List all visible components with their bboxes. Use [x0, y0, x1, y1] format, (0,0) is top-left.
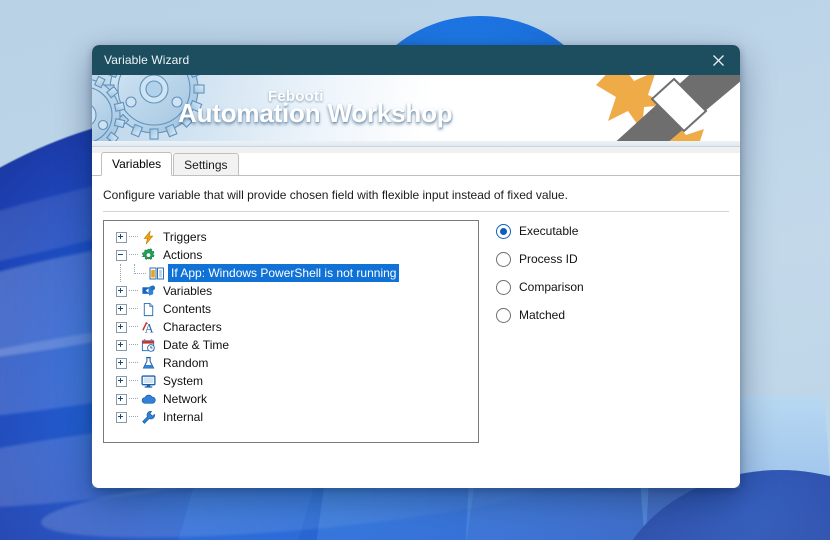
radio-dot-icon — [496, 279, 511, 295]
tree-item-contents[interactable]: Contents — [104, 300, 478, 318]
tree-item-random[interactable]: Random — [104, 354, 478, 372]
tab-settings[interactable]: Settings — [173, 153, 239, 175]
tree-item-internal[interactable]: Internal — [104, 408, 478, 426]
calendar-clock-icon — [140, 337, 157, 353]
main-area: Triggers Actions If App: Windows PowerSh… — [92, 212, 740, 443]
tree-item-if-app[interactable]: If App: Windows PowerShell is not runnin… — [104, 264, 478, 282]
product-banner: Febooti Automation Workshop — [92, 75, 740, 147]
tree-item-label: If App: Windows PowerShell is not runnin… — [168, 264, 400, 282]
lightning-bolt-icon — [140, 229, 157, 245]
tree-item-variables[interactable]: Variables — [104, 282, 478, 300]
radio-executable[interactable]: Executable — [496, 222, 584, 240]
expander-plus-icon[interactable] — [116, 411, 127, 423]
expander-minus-icon[interactable] — [116, 249, 127, 261]
document-icon — [140, 301, 157, 317]
variables-icon — [140, 283, 157, 299]
tree-connector — [129, 362, 138, 364]
tree-item-label: System — [163, 374, 204, 388]
radio-label: Executable — [519, 224, 579, 238]
expander-plus-icon[interactable] — [116, 339, 127, 351]
variable-wizard-dialog: Variable Wizard Febooti Automation Works… — [92, 45, 740, 488]
expander-plus-icon[interactable] — [116, 357, 127, 369]
dialog-titlebar[interactable]: Variable Wizard — [92, 45, 740, 75]
tree-connector — [129, 380, 138, 382]
magic-wand-icon — [524, 75, 740, 146]
tree-connector — [129, 236, 138, 238]
tree-item-date-time[interactable]: Date & Time — [104, 336, 478, 354]
if-app-icon — [148, 265, 165, 281]
tree-connector — [129, 398, 138, 400]
monitor-icon — [140, 373, 157, 389]
tree-item-system[interactable]: System — [104, 372, 478, 390]
expander-plus-icon[interactable] — [116, 321, 127, 333]
tree-item-label: Characters — [163, 320, 222, 334]
tree-item-network[interactable]: Network — [104, 390, 478, 408]
variable-category-tree[interactable]: Triggers Actions If App: Windows PowerSh… — [103, 220, 479, 443]
radio-dot-icon — [496, 307, 511, 323]
radio-dot-icon — [496, 223, 511, 239]
dialog-title: Variable Wizard — [104, 53, 190, 67]
tree-connector — [134, 273, 146, 275]
tree-item-label: Actions — [163, 248, 203, 262]
tree-connector — [129, 344, 138, 346]
tree-connector — [129, 308, 138, 310]
radio-label: Comparison — [519, 280, 584, 294]
expander-plus-icon[interactable] — [116, 393, 127, 405]
tree-item-label: Triggers — [163, 230, 207, 244]
cloud-icon — [140, 391, 157, 407]
wrench-icon — [140, 409, 157, 425]
tab-strip: Variables Settings — [92, 152, 740, 176]
tree-connector — [129, 290, 138, 292]
gear-icon — [140, 247, 157, 263]
radio-dot-icon — [496, 251, 511, 267]
tree-connector — [129, 416, 138, 418]
tree-item-triggers[interactable]: Triggers — [104, 228, 478, 246]
tree-connector — [120, 264, 122, 282]
tree-item-characters[interactable]: A Characters — [104, 318, 478, 336]
description-text: Configure variable that will provide cho… — [103, 188, 568, 202]
tree-item-label: Network — [163, 392, 208, 406]
gears-icon — [92, 75, 316, 146]
tree-connector — [129, 326, 138, 328]
close-icon[interactable] — [696, 45, 740, 75]
tree-connector — [129, 254, 138, 256]
tree-item-label: Date & Time — [163, 338, 230, 352]
desktop-background: If App Adjust OK Cancel Variable Wizard — [0, 0, 830, 540]
banner-strip — [92, 141, 740, 146]
expander-plus-icon[interactable] — [116, 231, 127, 243]
radio-process-id[interactable]: Process ID — [496, 250, 584, 268]
expander-plus-icon[interactable] — [116, 285, 127, 297]
tree-item-actions[interactable]: Actions — [104, 246, 478, 264]
expander-plus-icon[interactable] — [116, 303, 127, 315]
tree-item-label: Contents — [163, 302, 212, 316]
tree-item-label: Variables — [163, 284, 213, 298]
tree-item-label: Random — [163, 356, 209, 370]
dialog-body: Variables Settings Configure variable th… — [92, 152, 740, 488]
radio-matched[interactable]: Matched — [496, 306, 584, 324]
tree-item-label: Internal — [163, 410, 204, 424]
tab-variables[interactable]: Variables — [101, 152, 173, 176]
flask-icon — [140, 355, 157, 371]
radio-label: Matched — [519, 308, 566, 322]
letter-a-icon: A — [140, 319, 157, 335]
variable-type-options: Executable Process ID Comparison Matched — [479, 220, 584, 443]
expander-plus-icon[interactable] — [116, 375, 127, 387]
radio-comparison[interactable]: Comparison — [496, 278, 584, 296]
radio-label: Process ID — [519, 252, 578, 266]
